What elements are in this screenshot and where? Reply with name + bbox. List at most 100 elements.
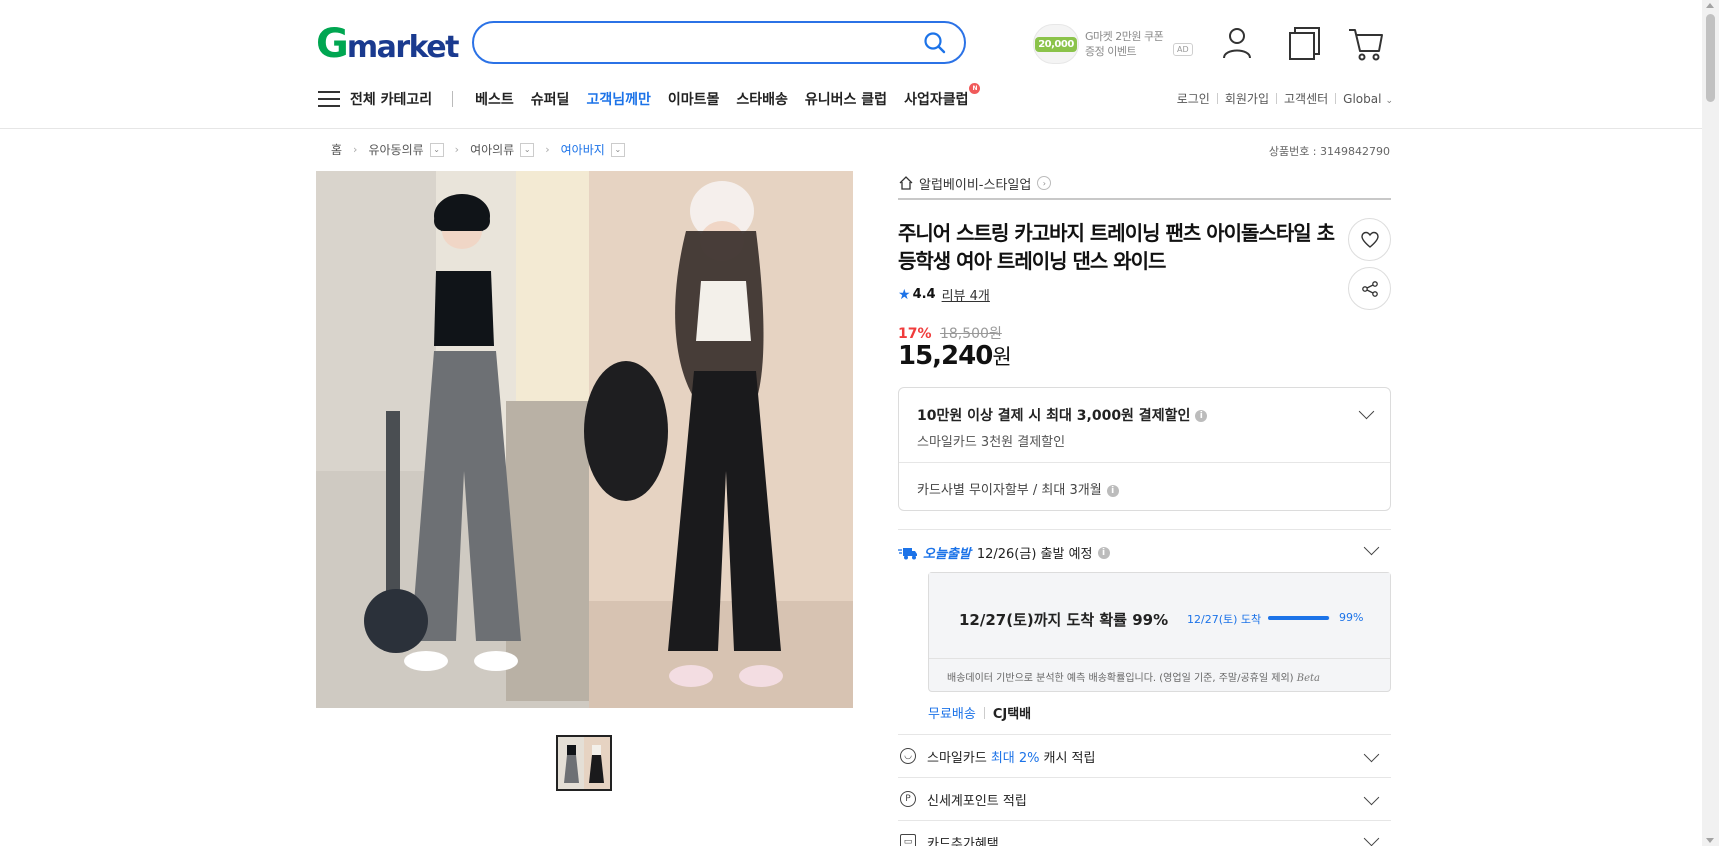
delivery-probability-box: 12/27(토)까지 도착 확률 99% 12/27(토) 도착 99% 배송데… — [928, 572, 1391, 692]
nav-item-for-you[interactable]: 고객님께만 — [586, 89, 650, 109]
chevron-right-icon: › — [454, 143, 460, 156]
nav-item-business-club-label: 사업자클럽 — [904, 92, 969, 108]
original-price: 18,500원 — [939, 326, 1002, 342]
coupon-ad-banner[interactable]: 20,000 G마켓 2만원 쿠폰 증정 이벤트 — [1033, 22, 1193, 66]
sale-price: 15,240원 — [898, 341, 1012, 371]
dropdown-toggle-icon[interactable]: ⌄ — [610, 142, 625, 157]
seller-name: 알럽베이비-스타일업 — [919, 177, 1032, 193]
card-icon: ▭ — [900, 834, 916, 846]
card-benefit-row[interactable]: ▭ 카드추가혜택 — [898, 821, 1391, 846]
breadcrumb-level-1[interactable]: 유아동의류 — [368, 141, 423, 158]
divider — [983, 706, 985, 719]
shinsegae-point-row[interactable]: P 신세계포인트 적립 — [898, 778, 1391, 820]
price-unit: 원 — [992, 345, 1011, 369]
util-divider — [1335, 93, 1337, 104]
breadcrumb-level-3[interactable]: 여아바지 — [561, 141, 605, 158]
nav-item-business-club[interactable]: 사업자클럽 N — [904, 83, 981, 109]
price-number: 15,240 — [898, 341, 993, 371]
shipping-schedule: 12/26(금) 출발 예정 — [976, 547, 1093, 562]
beta-label: Beta — [1296, 673, 1320, 684]
payment-discount-box[interactable]: 10만원 이상 결제 시 최대 3,000원 결제할인 i 스마일카드 3천원 결… — [898, 387, 1391, 511]
installment-row: 카드사별 무이자할부 / 최대 3개월 i — [917, 479, 1119, 498]
gmarket-logo[interactable]: Gmarket — [316, 21, 460, 67]
arrival-headline: 12/27(토)까지 도착 확률 99% — [959, 611, 1169, 629]
cart-icon[interactable] — [1347, 24, 1385, 62]
installment-text: 카드사별 무이자할부 / 최대 3개월 — [917, 483, 1102, 498]
all-categories-link[interactable]: 전체 카테고리 — [350, 89, 432, 109]
coupon-amount: 20,000 — [1035, 36, 1077, 52]
coupon-line-2: 증정 이벤트 — [1085, 45, 1137, 58]
chevron-down-icon: ⌄ — [1385, 95, 1393, 106]
main-product-image[interactable] — [316, 171, 853, 708]
probability-divider — [929, 658, 1390, 659]
header-divider — [0, 128, 1702, 129]
heart-icon — [1360, 231, 1379, 248]
util-divider — [1276, 93, 1277, 104]
search-input[interactable] — [492, 23, 912, 61]
coupon-line-1: G마켓 2만원 쿠폰 — [1085, 30, 1164, 43]
probability-note-text: 배송데이터 기반으로 분석한 예측 배송확률입니다. (영업일 기준, 주말/공… — [947, 673, 1294, 684]
login-link[interactable]: 로그인 — [1177, 90, 1210, 107]
chevron-down-icon[interactable] — [1358, 403, 1375, 420]
coupon-text: G마켓 2만원 쿠폰 증정 이벤트 — [1085, 29, 1164, 59]
info-icon[interactable]: i — [1106, 484, 1119, 497]
store-icon — [899, 176, 913, 190]
my-account-icon[interactable] — [1218, 24, 1256, 62]
vertical-scrollbar[interactable] — [1702, 0, 1719, 846]
info-icon[interactable]: i — [1195, 410, 1208, 422]
menu-icon[interactable] — [318, 90, 340, 108]
coupon-badge: 20,000 — [1033, 24, 1079, 64]
shipping-row: 오늘출발 12/26(금) 출발 예정 i — [898, 543, 1110, 562]
product-thumbnail[interactable] — [556, 735, 612, 791]
breadcrumb-level-2[interactable]: 여아의류 — [470, 141, 514, 158]
card-benefit-label: 카드추가혜택 — [927, 836, 999, 846]
search-icon[interactable] — [922, 30, 948, 56]
probability-bar — [1268, 616, 1330, 620]
smilecard-cashback-row[interactable]: ◡ 스마일카드 최대 2% 캐시 적립 — [898, 735, 1391, 777]
point-icon: P — [900, 791, 916, 807]
search-box[interactable] — [472, 21, 966, 64]
arrival-label: 12/27(토) 도착 — [1187, 613, 1262, 626]
nav-item-emartmall[interactable]: 이마트몰 — [668, 89, 720, 109]
discount-percent: 17% — [898, 326, 932, 342]
chevron-down-icon[interactable] — [1363, 539, 1380, 556]
nav-item-universe-club[interactable]: 유니버스 클럽 — [805, 89, 887, 109]
scrollbar-thumb[interactable] — [1706, 14, 1715, 102]
rating-score: 4.4 — [912, 287, 936, 302]
wishlist-button[interactable] — [1348, 218, 1391, 261]
info-icon[interactable]: i — [1097, 546, 1110, 559]
new-badge: N — [969, 83, 981, 94]
breadcrumb: 홈 › 유아동의류 ⌄ › 여아의류 ⌄ › 여아바지 ⌄ — [331, 141, 625, 158]
ad-label: AD — [1173, 43, 1193, 56]
payment-discount-text: 10만원 이상 결제 시 최대 3,000원 결제할인 — [917, 408, 1191, 424]
dropdown-toggle-icon[interactable]: ⌄ — [429, 142, 444, 157]
review-link[interactable]: 리뷰 4개 — [942, 285, 990, 304]
signup-link[interactable]: 회원가입 — [1225, 90, 1269, 107]
nav-item-best[interactable]: 베스트 — [475, 89, 514, 109]
chevron-right-icon: › — [1037, 176, 1052, 190]
probability-value: 99% — [1339, 611, 1364, 624]
share-button[interactable] — [1348, 267, 1391, 310]
paybox-divider — [899, 462, 1390, 463]
recent-items-icon[interactable] — [1286, 24, 1324, 62]
seller-link[interactable]: 알럽베이비-스타일업 › — [898, 171, 1391, 195]
global-label: Global — [1343, 91, 1382, 106]
discount-row: 17% 18,500원 — [898, 323, 1002, 343]
logo-text: market — [346, 29, 460, 65]
smile-suffix: 캐시 적립 — [1043, 750, 1096, 766]
product-number: 상품번호 : 3149842790 — [1268, 145, 1390, 158]
product-title: 주니어 스트링 카고바지 트레이닝 팬츠 아이돌스타일 초등학생 여아 트레이닝… — [898, 221, 1335, 273]
chevron-right-icon: › — [353, 143, 358, 156]
breadcrumb-home[interactable]: 홈 — [331, 141, 342, 158]
scroll-down-arrow[interactable] — [1706, 838, 1714, 843]
main-nav: 전체 카테고리 베스트 슈퍼딜 고객님께만 이마트몰 스타배송 유니버스 클럽 … — [318, 83, 985, 112]
customer-center-link[interactable]: 고객센터 — [1284, 90, 1328, 107]
nav-divider — [452, 91, 454, 107]
product-info-panel: 알럽베이비-스타일업 › 주니어 스트링 카고바지 트레이닝 팬츠 아이돌스타일… — [898, 171, 1391, 846]
nav-item-star-delivery[interactable]: 스타배송 — [736, 89, 788, 109]
smile-icon: ◡ — [900, 748, 916, 764]
global-link[interactable]: Global ⌄ — [1343, 92, 1393, 106]
nav-item-superdeal[interactable]: 슈퍼딜 — [531, 89, 570, 109]
scroll-up-arrow[interactable] — [1706, 3, 1714, 8]
dropdown-toggle-icon[interactable]: ⌄ — [520, 142, 535, 157]
